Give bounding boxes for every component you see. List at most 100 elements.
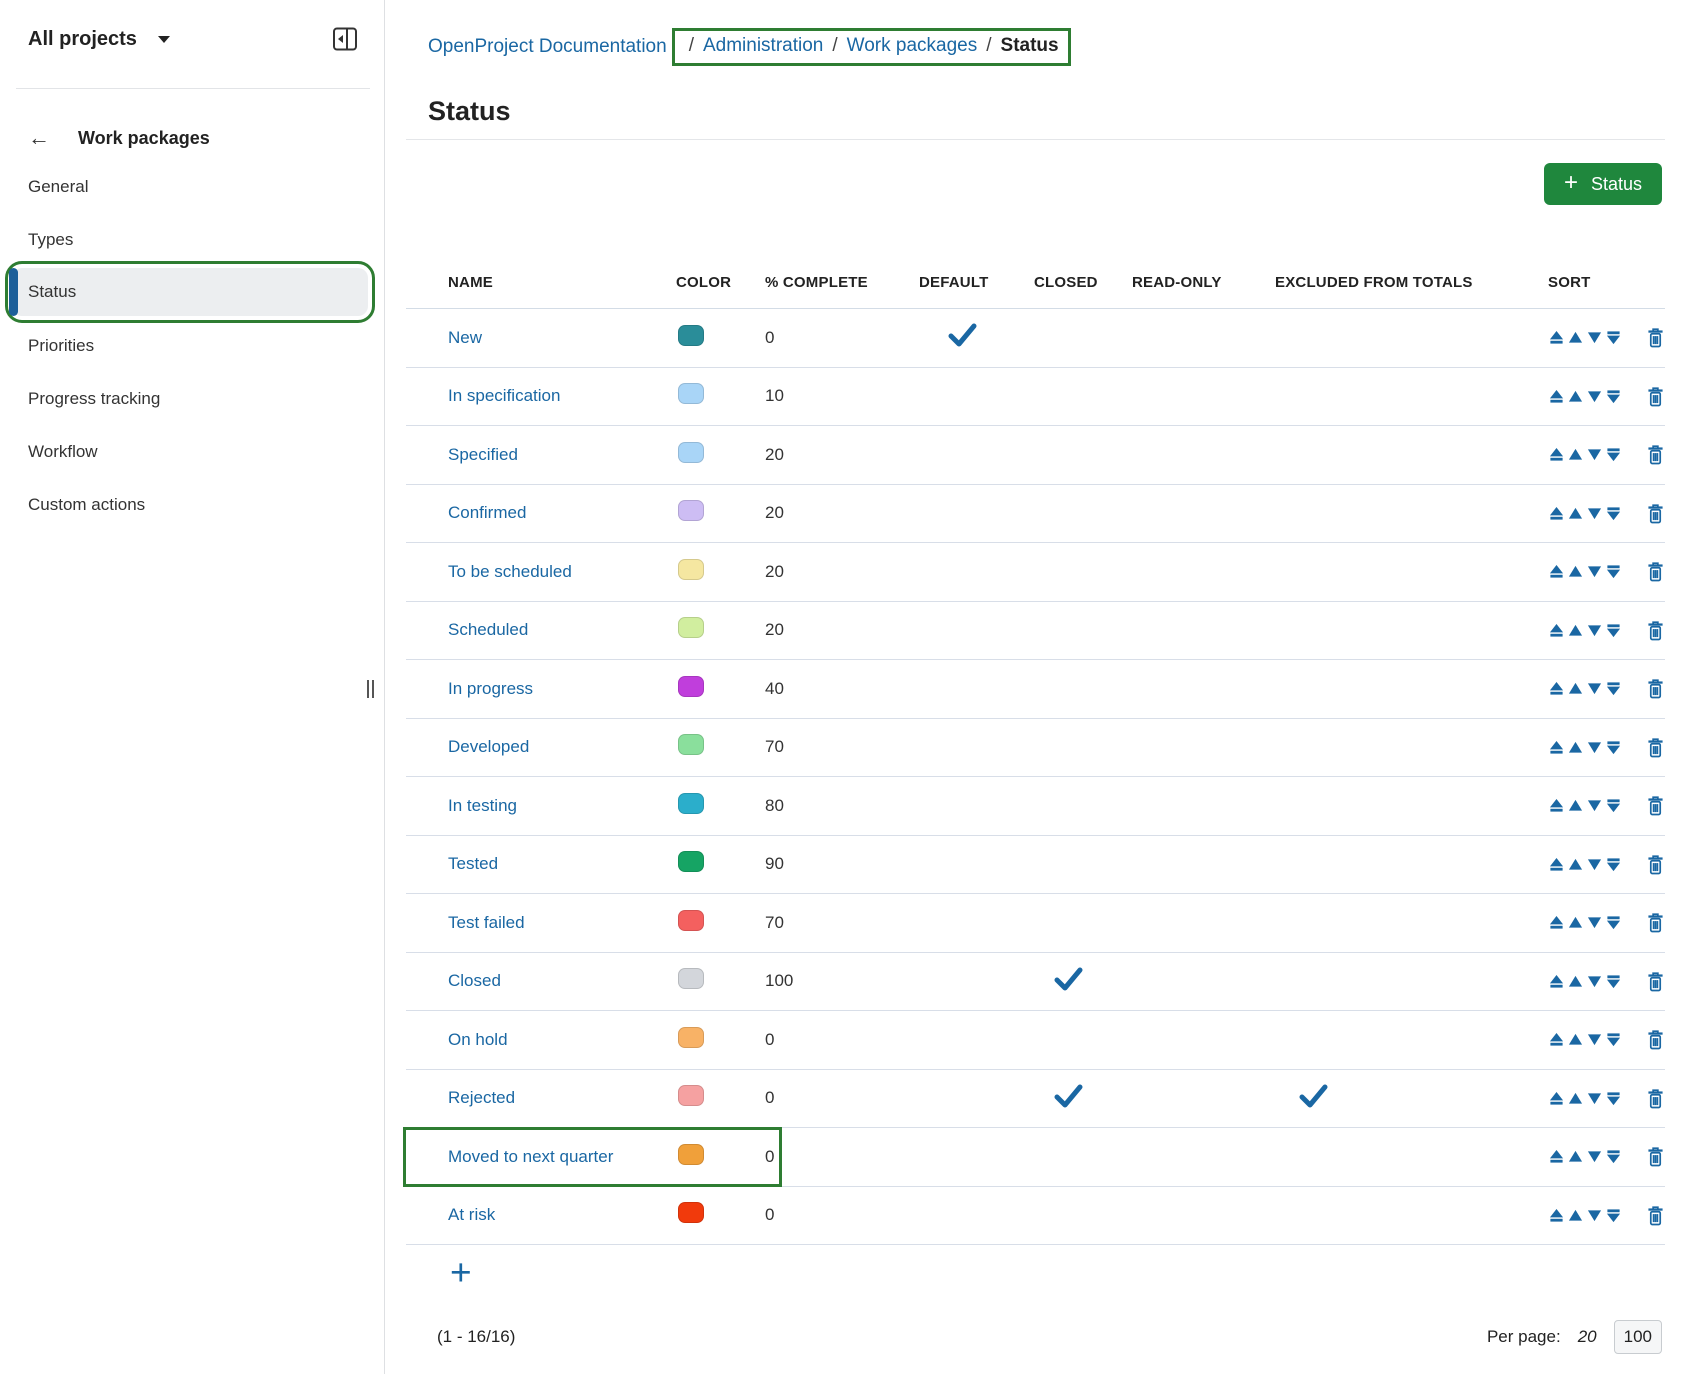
project-selector-button[interactable]: All projects [28, 28, 171, 51]
sort-down-button[interactable] [1586, 797, 1603, 814]
sidebar-item-general[interactable]: General [0, 160, 384, 213]
sort-to-bottom-button[interactable] [1605, 505, 1622, 522]
sort-to-top-button[interactable] [1548, 563, 1565, 580]
sidebar-item-types[interactable]: Types [0, 213, 384, 266]
status-name-link[interactable]: Moved to next quarter [448, 1147, 613, 1166]
sort-to-top-button[interactable] [1548, 1148, 1565, 1165]
sort-to-top-button[interactable] [1548, 914, 1565, 931]
sort-up-button[interactable] [1567, 1090, 1584, 1107]
sort-to-top-button[interactable] [1548, 856, 1565, 873]
add-status-button[interactable]: + Status [1544, 163, 1662, 205]
sort-down-button[interactable] [1586, 505, 1603, 522]
sort-down-button[interactable] [1586, 329, 1603, 346]
delete-status-button[interactable] [1646, 736, 1665, 759]
sort-to-top-button[interactable] [1548, 505, 1565, 522]
sort-up-button[interactable] [1567, 856, 1584, 873]
sort-to-top-button[interactable] [1548, 1207, 1565, 1224]
sort-up-button[interactable] [1567, 563, 1584, 580]
sort-to-bottom-button[interactable] [1605, 680, 1622, 697]
sort-to-bottom-button[interactable] [1605, 388, 1622, 405]
sort-down-button[interactable] [1586, 856, 1603, 873]
sort-to-bottom-button[interactable] [1605, 797, 1622, 814]
delete-status-button[interactable] [1646, 911, 1665, 934]
sort-to-bottom-button[interactable] [1605, 563, 1622, 580]
back-button[interactable]: ← [28, 127, 50, 149]
delete-status-button[interactable] [1646, 1087, 1665, 1110]
delete-status-button[interactable] [1646, 677, 1665, 700]
delete-status-button[interactable] [1646, 970, 1665, 993]
status-name-link[interactable]: Test failed [448, 913, 525, 932]
status-name-link[interactable]: At risk [448, 1205, 495, 1224]
sort-up-button[interactable] [1567, 1207, 1584, 1224]
sort-up-button[interactable] [1567, 329, 1584, 346]
sidebar-item-priorities[interactable]: Priorities [0, 319, 384, 372]
delete-status-button[interactable] [1646, 1028, 1665, 1051]
sort-up-button[interactable] [1567, 973, 1584, 990]
sort-up-button[interactable] [1567, 388, 1584, 405]
sort-down-button[interactable] [1586, 388, 1603, 405]
delete-status-button[interactable] [1646, 560, 1665, 583]
status-name-link[interactable]: Developed [448, 737, 529, 756]
sidebar-resize-handle[interactable] [367, 680, 379, 698]
breadcrumb-link-administration[interactable]: Administration [703, 35, 823, 57]
sort-to-bottom-button[interactable] [1605, 739, 1622, 756]
sort-up-button[interactable] [1567, 797, 1584, 814]
status-name-link[interactable]: In testing [448, 796, 517, 815]
sidebar-item-progress-tracking[interactable]: Progress tracking [0, 372, 384, 425]
sort-to-top-button[interactable] [1548, 973, 1565, 990]
sort-down-button[interactable] [1586, 973, 1603, 990]
sort-up-button[interactable] [1567, 680, 1584, 697]
sort-up-button[interactable] [1567, 446, 1584, 463]
delete-status-button[interactable] [1646, 853, 1665, 876]
status-name-link[interactable]: In specification [448, 386, 560, 405]
sort-up-button[interactable] [1567, 1148, 1584, 1165]
delete-status-button[interactable] [1646, 1145, 1665, 1168]
status-name-link[interactable]: New [448, 328, 482, 347]
sort-to-bottom-button[interactable] [1605, 1207, 1622, 1224]
status-name-link[interactable]: Scheduled [448, 620, 528, 639]
sort-to-bottom-button[interactable] [1605, 914, 1622, 931]
sort-to-top-button[interactable] [1548, 797, 1565, 814]
sort-down-button[interactable] [1586, 1148, 1603, 1165]
sort-to-bottom-button[interactable] [1605, 329, 1622, 346]
sidebar-item-custom-actions[interactable]: Custom actions [0, 478, 384, 531]
add-status-inline-button[interactable]: + [442, 1254, 480, 1291]
sort-up-button[interactable] [1567, 1031, 1584, 1048]
per-page-option-100[interactable]: 100 [1614, 1320, 1662, 1354]
sort-down-button[interactable] [1586, 1090, 1603, 1107]
delete-status-button[interactable] [1646, 326, 1665, 349]
sort-down-button[interactable] [1586, 914, 1603, 931]
status-name-link[interactable]: To be scheduled [448, 562, 572, 581]
delete-status-button[interactable] [1646, 794, 1665, 817]
delete-status-button[interactable] [1646, 502, 1665, 525]
sort-to-bottom-button[interactable] [1605, 622, 1622, 639]
sort-to-top-button[interactable] [1548, 446, 1565, 463]
status-name-link[interactable]: Tested [448, 854, 498, 873]
sort-down-button[interactable] [1586, 446, 1603, 463]
status-name-link[interactable]: Closed [448, 971, 501, 990]
sort-up-button[interactable] [1567, 914, 1584, 931]
status-name-link[interactable]: Rejected [448, 1088, 515, 1107]
breadcrumb-link-root[interactable]: OpenProject Documentation [428, 36, 667, 58]
collapse-sidebar-button[interactable] [332, 26, 358, 52]
sort-down-button[interactable] [1586, 739, 1603, 756]
status-name-link[interactable]: Specified [448, 445, 518, 464]
sort-down-button[interactable] [1586, 1031, 1603, 1048]
sort-down-button[interactable] [1586, 680, 1603, 697]
sort-to-bottom-button[interactable] [1605, 1031, 1622, 1048]
sort-to-top-button[interactable] [1548, 1031, 1565, 1048]
status-name-link[interactable]: In progress [448, 679, 533, 698]
sort-to-top-button[interactable] [1548, 329, 1565, 346]
sort-to-bottom-button[interactable] [1605, 446, 1622, 463]
sort-up-button[interactable] [1567, 739, 1584, 756]
sort-to-top-button[interactable] [1548, 388, 1565, 405]
sort-to-bottom-button[interactable] [1605, 973, 1622, 990]
status-name-link[interactable]: Confirmed [448, 503, 526, 522]
sort-down-button[interactable] [1586, 1207, 1603, 1224]
sort-up-button[interactable] [1567, 505, 1584, 522]
sort-up-button[interactable] [1567, 622, 1584, 639]
sort-to-top-button[interactable] [1548, 622, 1565, 639]
sort-to-top-button[interactable] [1548, 739, 1565, 756]
delete-status-button[interactable] [1646, 1204, 1665, 1227]
sort-to-top-button[interactable] [1548, 1090, 1565, 1107]
